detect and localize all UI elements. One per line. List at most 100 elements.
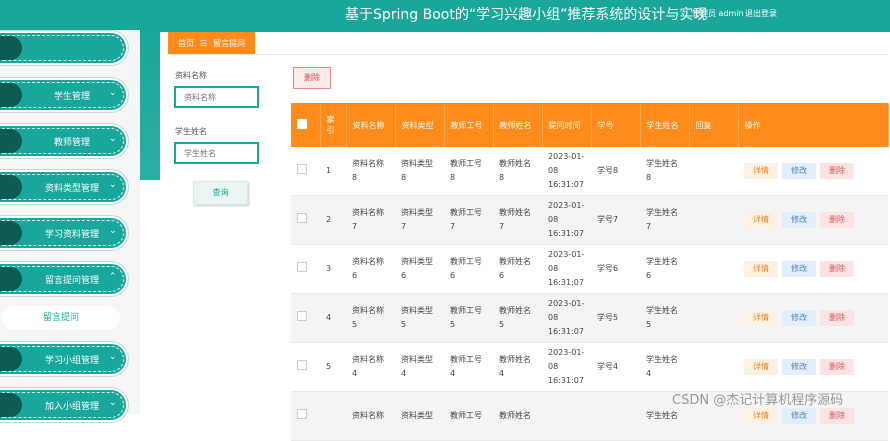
cell-ask-time [542,391,591,441]
delete-button[interactable]: 删除 [820,359,854,375]
sidebar-item-questions[interactable]: 留言提问管理 ⌃ [0,264,126,294]
cell-teacher-id: 教师工号6 [444,244,493,294]
menu-dot-icon [0,175,22,199]
delete-button[interactable]: 删除 [820,163,854,179]
row-checkbox[interactable] [291,195,320,245]
cell-ask-time: 2023-01-08 16:31:07 [542,147,591,196]
cell-student-name: 学生姓名7 [640,195,689,245]
watermark: CSDN @杰记计算机程序源码 [672,393,844,408]
chevron-down-icon: ⌄ [109,352,117,362]
cell-teacher-id: 教师工号8 [444,147,493,196]
sidebar: 学生管理 ⌄ 教师管理 ⌄ 资料类型管理 ⌄ 学习资料管理 ⌄ 留言提问管理 ⌃… [0,30,140,420]
breadcrumb: 首页 ☰ 留言提问 [168,32,256,54]
chevron-down-icon: ⌄ [109,88,117,98]
cell-material-name: 资料名称4 [346,342,395,392]
delete-button[interactable]: 删除 [820,212,854,228]
logout-link[interactable]: 退出登录 [745,8,777,19]
cell-index: 5 [320,342,346,392]
edit-button[interactable]: 修改 [782,310,816,326]
search-button[interactable]: 查询 [193,181,248,205]
top-bar: 基于Spring Boot的“学习兴趣小组”推荐系统的设计与实现 管理员 adm… [0,0,890,30]
header-material-name: 资料名称 [346,103,396,147]
cell-actions: 详情 修改 删除 [738,342,888,392]
detail-button[interactable]: 详情 [744,212,778,228]
row-checkbox[interactable] [291,244,320,294]
sidebar-item-groups[interactable]: 学习小组管理 ⌄ [0,344,126,374]
breadcrumb-home[interactable]: 首页 [178,38,194,49]
row-checkbox[interactable] [291,342,320,392]
cell-ask-time: 2023-01-08 16:31:07 [542,293,591,343]
sidebar-item-label: 学生管理 [53,92,90,102]
sidebar-item-teachers[interactable]: 教师管理 ⌄ [0,126,126,156]
detail-button[interactable]: 详情 [744,310,778,326]
sidebar-item-top[interactable] [0,33,126,63]
cell-teacher-id: 教师工号4 [444,342,493,392]
detail-button[interactable]: 详情 [744,359,778,375]
cell-actions: 详情 修改 删除 [738,147,888,196]
cell-material-type: 资料类型5 [395,293,444,343]
edit-button[interactable]: 修改 [782,212,816,228]
cell-reply [689,147,738,196]
header-teacher-id: 教师工号 [444,103,494,147]
menu-dot-icon [0,267,22,291]
header-index: 索引 [320,103,347,147]
cell-ask-time: 2023-01-08 16:31:07 [542,244,591,294]
row-checkbox[interactable] [291,293,320,343]
divider [168,54,888,55]
delete-button[interactable]: 删除 [820,310,854,326]
cell-reply [689,195,738,245]
sidebar-item-label: 教师管理 [53,138,90,148]
sidebar-item-students[interactable]: 学生管理 ⌄ [0,80,126,110]
cell-material-type: 资料类型6 [395,244,444,294]
delete-button[interactable]: 删除 [820,261,854,277]
edit-button[interactable]: 修改 [782,359,816,375]
cell-actions: 详情 修改 删除 [738,244,888,294]
material-name-input[interactable] [174,86,259,108]
breadcrumb-current: 留言提问 [213,38,246,48]
edit-button[interactable]: 修改 [782,261,816,277]
cell-material-type: 资料类型7 [395,195,444,245]
chevron-down-icon: ⌄ [109,180,117,190]
sidebar-item-materials[interactable]: 学习资料管理 ⌄ [0,218,126,248]
detail-button[interactable]: 详情 [744,163,778,179]
cell-index: 2 [320,195,346,245]
detail-button[interactable]: 详情 [744,261,778,277]
edit-button[interactable]: 修改 [782,408,816,424]
menu-dot-icon [0,129,22,153]
cell-student-name: 学生姓名5 [640,293,689,343]
cell-index: 4 [320,293,346,343]
cell-teacher-id: 教师工号 [444,391,493,441]
sidebar-subitem-questions[interactable]: 留言提问 [2,306,120,330]
cell-material-name: 资料名称 [346,391,395,441]
menu-dot-icon [0,36,22,60]
sidebar-item-material-types[interactable]: 资料类型管理 ⌄ [0,172,126,202]
header-material-type: 资料类型 [395,103,445,147]
header-student-id: 学号 [591,103,641,147]
cell-actions: 详情 修改 删除 [738,293,888,343]
material-name-label: 资料名称 [175,71,207,80]
student-name-input[interactable] [174,142,259,164]
select-all-checkbox[interactable] [291,103,321,147]
delete-button[interactable]: 删除 [820,408,854,424]
cell-material-name: 资料名称7 [346,195,395,245]
cell-student-id: 学号4 [591,342,640,392]
cell-material-type: 资料类型 [395,391,444,441]
sidebar-item-label: 学习小组管理 [44,356,99,366]
cell-reply [689,244,738,294]
chevron-down-icon: ⌄ [109,134,117,144]
cell-reply [689,342,738,392]
cell-material-name: 资料名称5 [346,293,395,343]
detail-button[interactable]: 详情 [744,408,778,424]
chevron-down-icon: ⌄ [109,226,117,236]
batch-delete-button[interactable]: 删除 [293,67,331,89]
student-name-label: 学生姓名 [175,127,207,136]
row-checkbox[interactable] [291,391,320,441]
sidebar-item-join-groups[interactable]: 加入小组管理 ⌄ [0,390,126,420]
menu-dot-icon [0,221,22,245]
app-title: 基于Spring Boot的“学习兴趣小组”推荐系统的设计与实现 [345,7,708,23]
row-checkbox[interactable] [291,147,320,196]
table-header-row: 索引 资料名称 资料类型 教师工号 教师姓名 提问时间 学号 学生姓名 回复 操… [291,103,889,147]
edit-button[interactable]: 修改 [782,163,816,179]
cell-teacher-name: 教师姓名5 [493,293,542,343]
cell-student-name: 学生姓名6 [640,244,689,294]
